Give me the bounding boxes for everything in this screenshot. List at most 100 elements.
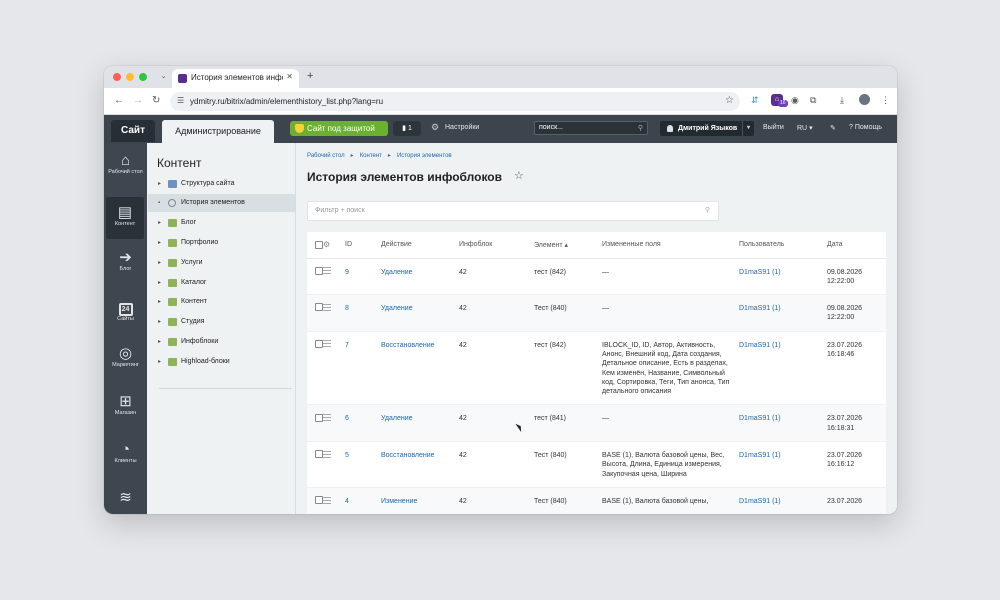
breadcrumb-item[interactable]: Контент [360, 153, 382, 159]
col-user[interactable]: Пользователь [739, 232, 827, 259]
row-id[interactable]: 6 [345, 415, 349, 422]
nav-layers[interactable]: ≋ [104, 489, 147, 506]
row-menu-icon[interactable] [323, 414, 331, 422]
minimize-window-button[interactable] [126, 73, 134, 81]
admin-search-input[interactable]: поиск... ⚲ [534, 121, 648, 135]
row-action[interactable]: Изменение [381, 498, 417, 505]
row-user[interactable]: D1maS91 (1) [739, 415, 781, 422]
tree-item-content[interactable]: ▸ Контент [148, 293, 295, 311]
row-action[interactable]: Удаление [381, 269, 413, 276]
search-icon[interactable]: ⚲ [638, 123, 643, 135]
profile-avatar[interactable] [859, 94, 870, 105]
col-element[interactable]: Элемент ▴ [534, 232, 602, 259]
settings-link[interactable]: Настройки [445, 124, 479, 131]
filter-search-input[interactable]: Фильтр + поиск ⚲ [307, 201, 719, 221]
tab-close-icon[interactable]: ✕ [286, 72, 293, 81]
row-checkbox[interactable] [315, 450, 323, 459]
row-menu-icon[interactable] [323, 340, 331, 348]
col-action[interactable]: Действие [381, 232, 459, 259]
forward-button[interactable]: → [133, 95, 143, 107]
nav-desktop[interactable]: ⌂ Рабочий стол [104, 152, 147, 176]
table-row[interactable]: 5 Восстановление 42 Тест (840) BASE (1),… [307, 441, 886, 488]
expand-arrow-icon[interactable]: ▸ [158, 254, 161, 272]
new-tab-button[interactable]: + [307, 70, 313, 82]
row-id[interactable]: 8 [345, 305, 349, 312]
tree-item-services[interactable]: ▸ Услуги [148, 254, 295, 272]
notifications-button[interactable]: ▮ 1 [393, 121, 421, 136]
favorite-star-icon[interactable]: ☆ [514, 169, 524, 182]
pin-icon[interactable]: ✎ [830, 124, 836, 132]
select-all-checkbox[interactable] [315, 240, 323, 249]
expand-arrow-icon[interactable]: ▸ [158, 234, 161, 252]
tree-item-studio[interactable]: ▸ Студия [148, 313, 295, 331]
nav-shop[interactable]: ⊞ Магазин [104, 393, 147, 417]
url-field[interactable]: ☰ ydmitry.ru/bitrix/admin/elementhistory… [170, 92, 740, 111]
breadcrumb-item[interactable]: История элементов [397, 153, 452, 159]
tab-search-button[interactable]: ⌄ [157, 71, 170, 83]
security-button[interactable]: Сайт под защитой [290, 121, 388, 136]
row-menu-icon[interactable] [323, 303, 331, 311]
tree-item-portfolio[interactable]: ▸ Портфолио [148, 234, 295, 252]
expand-arrow-icon[interactable]: ▸ [158, 313, 161, 331]
row-user[interactable]: D1maS91 (1) [739, 269, 781, 276]
table-row[interactable]: 9 Удаление 42 тест (842) — D1maS91 (1) 0… [307, 258, 886, 296]
col-iblock[interactable]: Инфоблок [459, 232, 534, 259]
expand-arrow-icon[interactable]: ▸ [158, 214, 161, 232]
row-checkbox[interactable] [315, 413, 323, 422]
tree-item-iblocks[interactable]: ▸ Инфоблоки [148, 333, 295, 351]
expand-arrow-icon[interactable]: ▸ [158, 175, 161, 193]
extension-icon[interactable]: ⇵ [751, 94, 759, 106]
user-menu-button[interactable]: Дмитрий Языков ▾ [660, 121, 754, 136]
row-action[interactable]: Удаление [381, 305, 413, 312]
close-window-button[interactable] [113, 73, 121, 81]
nav-marketing[interactable]: ◎ Маркетинг [104, 345, 147, 369]
row-checkbox[interactable] [315, 496, 323, 505]
breadcrumb-item[interactable]: Рабочий стол [307, 153, 345, 159]
tree-item-highload[interactable]: ▸ Highload-блоки [148, 353, 295, 371]
row-id[interactable]: 5 [345, 452, 349, 459]
user-dropdown-icon[interactable]: ▾ [742, 121, 754, 136]
back-button[interactable]: ← [114, 95, 124, 107]
nav-blog[interactable]: ➔ Блог [104, 249, 147, 273]
row-action[interactable]: Удаление [381, 415, 413, 422]
row-user[interactable]: D1maS91 (1) [739, 342, 781, 349]
extension-purple-icon[interactable]: ⌂ 16 [771, 94, 788, 107]
help-link[interactable]: ? Помощь [849, 124, 882, 131]
expand-arrow-icon[interactable]: ▸ [158, 274, 161, 292]
row-user[interactable]: D1maS91 (1) [739, 452, 781, 459]
expand-arrow-icon[interactable]: ▸ [158, 353, 161, 371]
extensions-puzzle-icon[interactable]: ⧉ [810, 94, 816, 106]
expand-arrow-icon[interactable]: ▸ [158, 333, 161, 351]
browser-menu-icon[interactable]: ⋮ [881, 94, 890, 106]
gear-icon[interactable]: ⚙ [323, 240, 330, 249]
reload-button[interactable]: ↻ [152, 95, 160, 107]
row-menu-icon[interactable] [323, 267, 331, 275]
search-icon[interactable]: ⚲ [705, 202, 710, 220]
row-id[interactable]: 7 [345, 342, 349, 349]
site-settings-icon[interactable]: ☰ [177, 96, 184, 105]
col-fields[interactable]: Измененные поля [602, 232, 739, 259]
row-menu-icon[interactable] [323, 450, 331, 458]
tree-item-history[interactable]: ▪ История элементов [148, 194, 295, 212]
col-id[interactable]: ID [335, 232, 381, 259]
expand-arrow-icon[interactable]: ▸ [158, 293, 161, 311]
logout-link[interactable]: Выйти [763, 124, 784, 131]
row-action[interactable]: Восстановление [381, 342, 435, 349]
language-select[interactable]: RU ▾ [797, 124, 813, 132]
admin-tab[interactable]: Администрирование [162, 120, 274, 143]
tree-item-structure[interactable]: ▸ Структура сайта [148, 175, 295, 193]
table-row[interactable]: 6 Удаление 42 тест (841) — D1maS91 (1) 2… [307, 404, 886, 443]
col-date[interactable]: Дата [827, 232, 886, 259]
site-button[interactable]: Сайт [111, 120, 155, 142]
row-id[interactable]: 4 [345, 498, 349, 505]
tree-item-blog[interactable]: ▸ Блог [148, 214, 295, 232]
row-menu-icon[interactable] [323, 496, 331, 504]
row-action[interactable]: Восстановление [381, 452, 435, 459]
download-icon[interactable]: ⤓ [840, 94, 844, 106]
row-user[interactable]: D1maS91 (1) [739, 498, 781, 505]
nav-content[interactable]: ▤ Контент [106, 197, 144, 239]
table-row[interactable]: 4 Изменение 42 Тест (840) BASE (1), Валю… [307, 487, 886, 514]
table-row[interactable]: 7 Восстановление 42 тест (842) IBLOCK_ID… [307, 331, 886, 406]
table-row[interactable]: 8 Удаление 42 Тест (840) — D1maS91 (1) 0… [307, 294, 886, 332]
row-checkbox[interactable] [315, 266, 323, 275]
